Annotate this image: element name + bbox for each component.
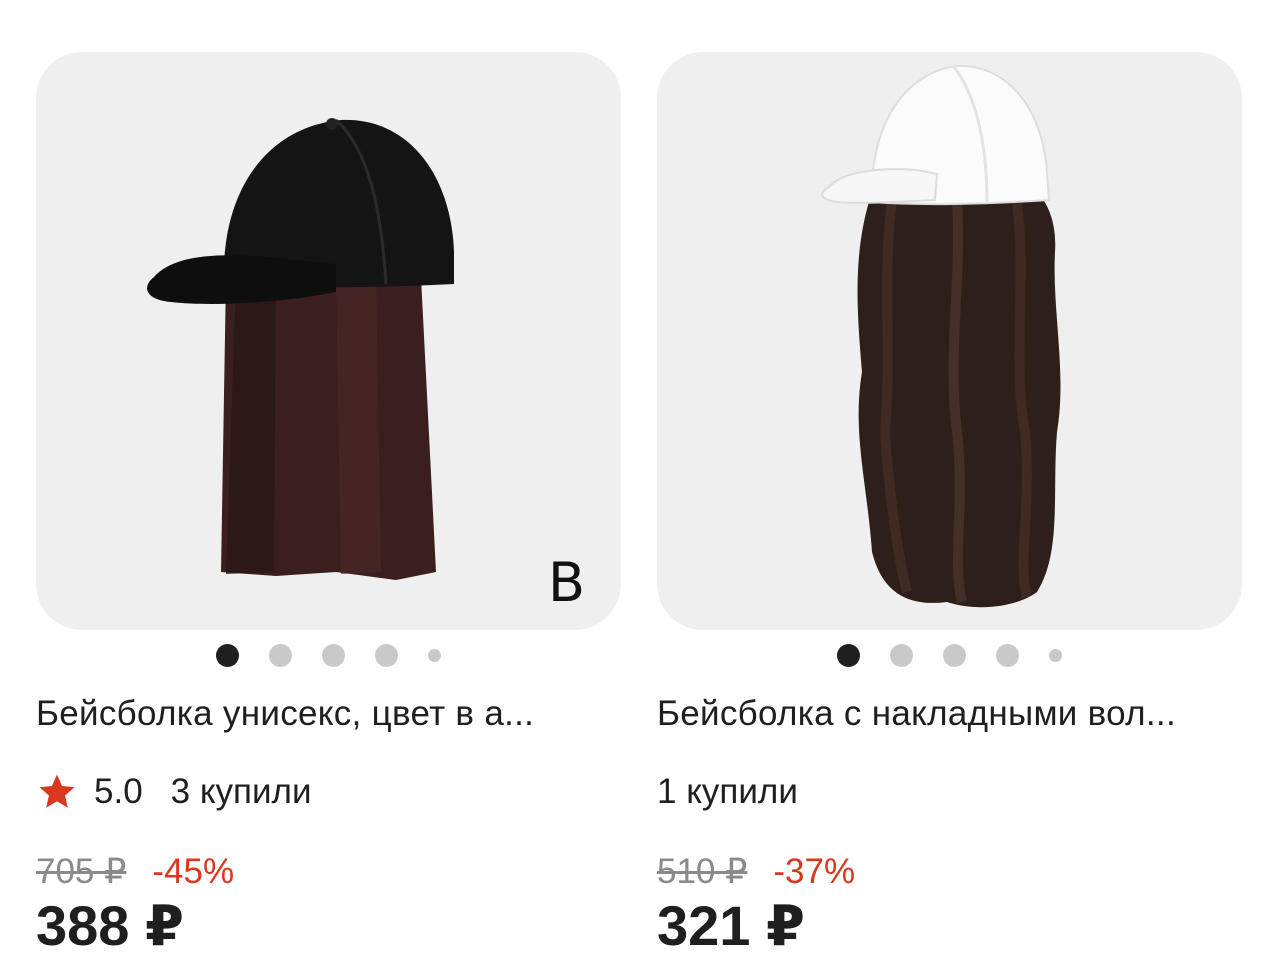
product-meta: 5.0 3 купили: [36, 770, 621, 814]
pagination-dot[interactable]: [943, 643, 966, 667]
pagination-dot[interactable]: [890, 643, 913, 667]
product-card[interactable]: B Бейсболка унисекс, цвет в а... 5.0 3 к…: [36, 52, 621, 955]
pagination-dot[interactable]: [837, 643, 860, 667]
product-grid: B Бейсболка унисекс, цвет в а... 5.0 3 к…: [0, 0, 1280, 955]
product-card[interactable]: Бейсболка с накладными вол... 1 купили 5…: [657, 52, 1242, 955]
old-price: 510 ₽: [657, 852, 748, 891]
current-price: 321 ₽: [657, 894, 805, 955]
pagination-dot[interactable]: [1049, 648, 1062, 662]
pagination-dot[interactable]: [322, 643, 345, 667]
pagination-dot[interactable]: [216, 643, 239, 667]
current-price: 388 ₽: [36, 894, 184, 955]
product-image[interactable]: B: [36, 52, 621, 630]
product-title[interactable]: Бейсболка с накладными вол...: [657, 694, 1242, 734]
pagination-dot[interactable]: [269, 643, 292, 667]
product-meta: 1 купили: [657, 770, 1242, 814]
cap-with-straight-hair-image: [147, 118, 454, 580]
price-info: 705 ₽ -45%: [36, 852, 621, 892]
star-icon: [39, 774, 75, 808]
image-pagination[interactable]: [657, 630, 1242, 680]
product-image[interactable]: [657, 52, 1242, 630]
bought-count: 3 купили: [170, 772, 312, 811]
product-title[interactable]: Бейсболка унисекс, цвет в а...: [36, 694, 621, 734]
pagination-dot[interactable]: [375, 643, 398, 667]
bought-count: 1 купили: [657, 772, 798, 811]
old-price: 705 ₽: [36, 852, 127, 891]
discount-badge: -37%: [773, 852, 856, 891]
price-info: 510 ₽ -37%: [657, 852, 1242, 892]
image-pagination[interactable]: [36, 630, 621, 680]
rating-value: 5.0: [94, 772, 143, 811]
variant-letter: B: [547, 551, 585, 614]
pagination-dot[interactable]: [428, 648, 441, 662]
discount-badge: -45%: [152, 852, 235, 891]
cap-with-wavy-hair-image: [821, 64, 1061, 608]
pagination-dot[interactable]: [996, 643, 1019, 667]
